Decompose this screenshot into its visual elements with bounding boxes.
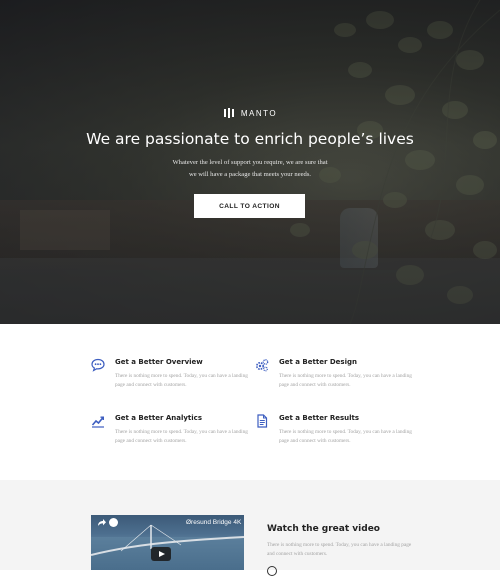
call-to-action-button[interactable]: CALL TO ACTION	[194, 194, 305, 218]
video-section: Øresund Bridge 4K Watch the great video …	[0, 480, 500, 576]
feature-title: Get a Better Overview	[115, 358, 203, 366]
chat-bubble-icon	[91, 358, 105, 372]
feature-desc: There is nothing more to spend. Today, y…	[279, 373, 412, 388]
feature-title: Get a Better Results	[279, 414, 360, 422]
video-heading: Watch the great video	[267, 524, 380, 534]
watch-later-icon[interactable]	[109, 518, 118, 527]
brand-name: MANTO	[240, 108, 278, 118]
hero-subtext-line2: we will have a package that meets your n…	[188, 171, 312, 178]
document-icon	[257, 414, 268, 428]
brand: MANTO	[0, 106, 500, 124]
video-title: Øresund Bridge 4K	[186, 519, 242, 526]
line-chart-icon	[91, 416, 104, 428]
video-player[interactable]: Øresund Bridge 4K	[91, 515, 244, 570]
play-button[interactable]	[151, 547, 171, 561]
feature-title: Get a Better Analytics	[115, 414, 202, 422]
hero-section: MANTO We are passionate to enrich people…	[0, 0, 500, 324]
feature-desc: There is nothing more to spend. Today, y…	[115, 373, 248, 388]
feature-desc: There is nothing more to spend. Today, y…	[115, 429, 248, 444]
feature-desc: There is nothing more to spend. Today, y…	[279, 429, 412, 444]
hero-subtext: Whatever the level of support you requir…	[0, 157, 500, 181]
manto-logo-icon	[223, 108, 234, 118]
more-circle-icon[interactable]	[267, 566, 277, 576]
hero-subtext-line1: Whatever the level of support you requir…	[172, 159, 328, 166]
hero-headline: We are passionate to enrich people’s liv…	[86, 130, 414, 148]
share-icon[interactable]	[97, 518, 106, 527]
feature-title: Get a Better Design	[279, 358, 357, 366]
features-section: Get a Better Overview There is nothing m…	[0, 324, 500, 480]
gears-icon	[255, 359, 269, 372]
video-desc: There is nothing more to spend. Today, y…	[267, 542, 412, 557]
